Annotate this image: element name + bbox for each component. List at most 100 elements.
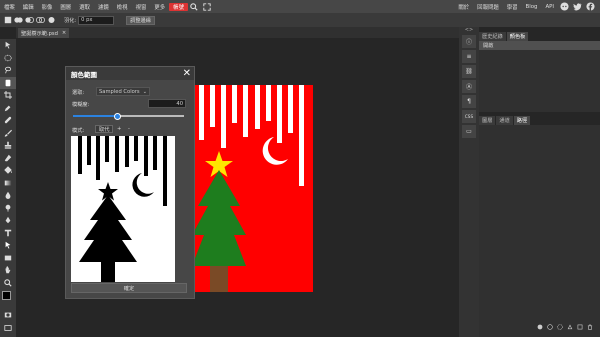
menu-filter[interactable]: 濾鏡 <box>94 3 113 11</box>
hand-tool-icon[interactable] <box>0 264 16 277</box>
bucket-tool-icon[interactable] <box>0 164 16 177</box>
fuzziness-label: 模糊度: <box>72 102 90 108</box>
blur-tool-icon[interactable] <box>0 189 16 202</box>
chevron-down-icon: ⌄ <box>142 88 147 95</box>
christmas-tree-artwork <box>192 85 313 292</box>
tab-swatches[interactable]: 顏色板 <box>506 32 529 41</box>
link-blog[interactable]: Blog <box>522 4 542 10</box>
menu-more[interactable]: 更多 <box>150 3 169 11</box>
mode-subtract-button[interactable]: - <box>128 126 130 132</box>
tab-layers[interactable]: 圖層 <box>479 116 496 125</box>
fuzziness-slider-handle[interactable] <box>113 112 121 120</box>
type-tool-icon[interactable] <box>0 227 16 240</box>
quick-select-tool-icon[interactable] <box>0 76 16 89</box>
history-panel: 歷史紀錄 顏色板 開啟 <box>479 32 600 112</box>
subtract-selection-icon[interactable] <box>25 16 34 25</box>
crop-tool-icon[interactable] <box>0 89 16 102</box>
load-selection-icon[interactable] <box>557 324 563 330</box>
path-select-tool-icon[interactable] <box>0 239 16 252</box>
add-selection-icon[interactable] <box>14 16 23 25</box>
image-panel-icon[interactable]: ▭ <box>462 125 476 138</box>
tool-bar <box>0 39 16 337</box>
feather-input[interactable]: 0 px <box>78 15 115 25</box>
collapse-panels-icon[interactable]: <> <box>459 27 479 33</box>
info-panel-icon[interactable]: ⓘ <box>462 35 476 48</box>
fill-path-icon[interactable] <box>537 324 543 330</box>
css-panel-icon[interactable]: CSS <box>462 110 476 123</box>
fuzziness-slider-track[interactable] <box>73 112 184 120</box>
link-api[interactable]: API <box>541 4 558 10</box>
healing-tool-icon[interactable] <box>0 114 16 127</box>
character-panel-icon[interactable]: Ⓐ <box>462 80 476 93</box>
refine-edge-button[interactable]: 調整邊緣 <box>126 15 155 25</box>
zoom-tool-icon[interactable] <box>0 277 16 290</box>
tab-history[interactable]: 歷史紀錄 <box>479 32 506 41</box>
menu-image[interactable]: 影像 <box>38 3 57 11</box>
fullscreen-icon[interactable] <box>203 2 212 11</box>
pen-tool-icon[interactable] <box>0 214 16 227</box>
document-tab[interactable]: 聖誕樹示範.psd × <box>18 28 70 38</box>
artwork-canvas[interactable] <box>192 85 313 292</box>
mode-replace-button[interactable]: 取代 <box>95 125 114 133</box>
quick-mask-icon[interactable] <box>0 309 16 322</box>
search-icon[interactable] <box>190 2 199 11</box>
stroke-path-icon[interactable] <box>547 324 553 330</box>
brush-tool-icon[interactable] <box>0 127 16 140</box>
delete-path-icon[interactable] <box>587 324 593 330</box>
clone-stamp-tool-icon[interactable] <box>0 139 16 152</box>
dodge-tool-icon[interactable] <box>0 202 16 215</box>
paths-panel-footer <box>537 324 593 330</box>
close-tab-icon[interactable]: × <box>62 30 66 36</box>
reddit-icon[interactable] <box>560 2 569 11</box>
select-label: 選取: <box>72 90 85 96</box>
menu-window[interactable]: 視窗 <box>132 3 151 11</box>
intersect-selection-icon[interactable] <box>36 16 45 25</box>
marquee-tool-icon[interactable] <box>0 52 16 65</box>
shape-tool-icon[interactable] <box>0 252 16 265</box>
paragraph-panel-icon[interactable]: ¶ <box>462 95 476 108</box>
new-path-icon[interactable] <box>577 324 583 330</box>
link-report-bug[interactable]: 回報問題 <box>473 3 503 11</box>
select-dropdown-value: Sampled Colors <box>99 88 140 95</box>
eraser-tool-icon[interactable] <box>0 152 16 165</box>
select-label-row: 選取: <box>72 89 84 96</box>
twitter-icon[interactable] <box>573 2 582 11</box>
history-row[interactable]: 開啟 <box>479 41 600 50</box>
xor-selection-icon[interactable] <box>47 16 56 25</box>
menu-view[interactable]: 檢視 <box>113 3 132 11</box>
mode-label: 模式: <box>72 128 85 134</box>
document-tab-bar <box>16 27 459 38</box>
menu-bar: 檔案 編輯 影像 圖層 選取 濾鏡 檢視 視窗 更多 帳號 關於 回報問題 學習… <box>0 0 600 13</box>
screen-mode-icon[interactable] <box>0 322 16 335</box>
color-swatches[interactable] <box>0 289 16 309</box>
right-icon-bar: <> ⓘ ≡ ⛓ Ⓐ ¶ CSS ▭ <box>459 27 479 337</box>
menu-edit[interactable]: 編輯 <box>19 3 38 11</box>
ok-button[interactable]: 確定 <box>71 283 187 293</box>
link-learn[interactable]: 學習 <box>503 3 522 11</box>
tab-paths[interactable]: 路徑 <box>513 116 531 125</box>
select-dropdown[interactable]: Sampled Colors ⌄ <box>96 87 150 96</box>
foreground-color-swatch[interactable] <box>2 291 11 300</box>
make-path-icon[interactable] <box>567 324 573 330</box>
brush-panel-icon[interactable]: ⛓ <box>462 65 476 78</box>
menu-select[interactable]: 選取 <box>75 3 94 11</box>
new-selection-icon[interactable] <box>3 16 12 25</box>
menu-account[interactable]: 帳號 <box>169 2 188 11</box>
gradient-tool-icon[interactable] <box>0 177 16 190</box>
move-tool-icon[interactable] <box>0 39 16 52</box>
eyedropper-tool-icon[interactable] <box>0 102 16 115</box>
tab-channels[interactable]: 通道 <box>496 116 513 125</box>
menu-layer[interactable]: 圖層 <box>56 3 75 11</box>
mode-add-button[interactable]: + <box>117 126 121 132</box>
document-tab-name: 聖誕樹示範.psd <box>21 30 58 37</box>
dialog-title: 顏色範圍 <box>66 67 194 80</box>
dialog-close-icon[interactable]: ✕ <box>183 68 191 79</box>
feather-label: 羽化: <box>64 17 77 24</box>
menu-file[interactable]: 檔案 <box>0 3 19 11</box>
link-about[interactable]: 關於 <box>454 3 473 11</box>
lasso-tool-icon[interactable] <box>0 64 16 77</box>
layers-panel: 圖層 通道 路徑 <box>479 116 600 337</box>
fuzziness-input[interactable]: 40 <box>148 99 186 108</box>
facebook-icon[interactable] <box>586 2 595 11</box>
properties-panel-icon[interactable]: ≡ <box>462 50 476 63</box>
